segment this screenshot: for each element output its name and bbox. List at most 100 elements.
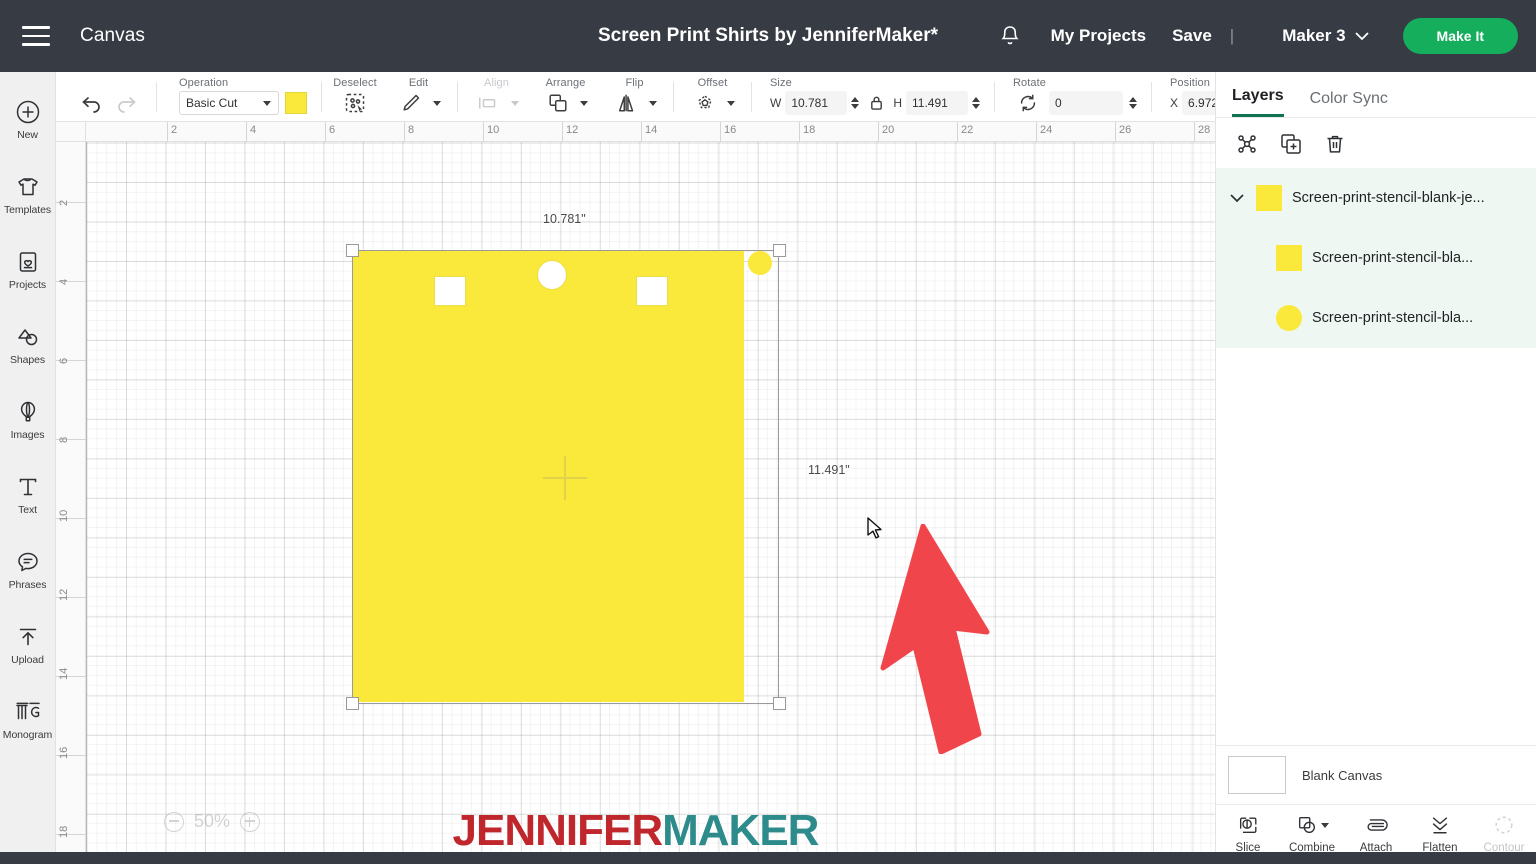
ruler-tick-label: 16 (58, 746, 70, 759)
sidebar-item-phrases[interactable]: Phrases (0, 532, 56, 607)
zoom-in-icon[interactable] (240, 811, 261, 832)
sidebar-item-shapes[interactable]: Shapes (0, 307, 56, 382)
rotate-icon[interactable] (1013, 89, 1043, 117)
arrange-label: Arrange (545, 77, 586, 89)
card-heart-icon (19, 251, 36, 272)
slice-tool[interactable]: Slice (1216, 813, 1280, 854)
zoom-out-icon[interactable] (164, 811, 184, 832)
resize-handle-bottom-right[interactable] (772, 696, 786, 710)
sidebar-item-upload[interactable]: Upload (0, 607, 56, 682)
size-height-input[interactable] (906, 91, 968, 115)
upload-arrow-icon (19, 628, 36, 645)
sidebar-item-new[interactable]: New (0, 82, 56, 157)
undo-icon[interactable] (76, 89, 106, 117)
bell-icon[interactable] (993, 19, 1027, 53)
header-separator: | (1229, 26, 1235, 45)
size-width-field[interactable]: W (770, 91, 860, 115)
jennifermaker-watermark: JENNIFERMAKER (453, 806, 820, 856)
flip-icon[interactable] (612, 89, 642, 117)
tab-layers[interactable]: Layers (1232, 87, 1284, 117)
ruler-tick-label: 8 (408, 124, 415, 136)
rotate-handle[interactable] (748, 251, 772, 275)
slice-icon (1237, 813, 1259, 837)
design-canvas[interactable]: 10.781" 11.491" 2 4 6 8 10 12 14 16 18 20 22 24 26 28… (56, 122, 1215, 864)
machine-selector[interactable]: Maker 3 (1282, 26, 1369, 46)
sidebar-item-monogram[interactable]: Monogram (0, 682, 56, 757)
combine-icon (1296, 813, 1329, 837)
tab-color-sync[interactable]: Color Sync (1310, 90, 1388, 117)
layer-name: Screen-print-stencil-bla... (1312, 310, 1474, 326)
canvas-label: Canvas (80, 25, 146, 46)
operation-select[interactable]: Basic Cut (179, 91, 279, 115)
size-height-field[interactable]: H (893, 91, 980, 115)
resize-handle-top-left[interactable] (345, 243, 359, 257)
make-it-button[interactable]: Make It (1402, 18, 1518, 54)
lock-icon[interactable] (865, 94, 887, 112)
sidebar-label-monogram: Monogram (2, 728, 53, 741)
sidebar-label-images: Images (10, 428, 45, 441)
layer-color-swatch[interactable] (1276, 305, 1302, 331)
combine-tool[interactable]: Combine (1280, 813, 1344, 854)
group-icon[interactable] (1232, 130, 1262, 158)
ruler-tick-label: 8 (58, 436, 70, 443)
edit-dropdown-caret[interactable] (433, 100, 441, 106)
edit-pencil-icon[interactable] (396, 89, 426, 117)
arrange-dropdown-caret[interactable] (580, 100, 588, 106)
duplicate-icon[interactable] (1276, 130, 1306, 158)
rotate-label: Rotate (1013, 77, 1047, 89)
rotate-stepper[interactable] (1129, 97, 1137, 109)
my-projects-link[interactable]: My Projects (1051, 26, 1146, 46)
size-width-input[interactable] (785, 91, 848, 115)
size-height-stepper[interactable] (972, 97, 980, 109)
ruler-corner (56, 122, 86, 142)
sidebar-item-text[interactable]: Text (0, 457, 56, 532)
speech-bubble-icon (17, 552, 38, 571)
hamburger-menu-icon[interactable] (14, 14, 58, 58)
flip-dropdown-caret[interactable] (649, 100, 657, 106)
save-button[interactable]: Save (1172, 26, 1212, 46)
canvas-selector-label: Blank Canvas (1302, 767, 1383, 783)
canvas-selector[interactable]: Blank Canvas (1216, 746, 1536, 804)
toolbar-divider (321, 81, 322, 112)
size-group: Size W H (756, 72, 990, 122)
combine-dropdown-caret[interactable] (1320, 822, 1329, 828)
layer-row-child-square[interactable]: Screen-print-stencil-bla... (1216, 228, 1536, 288)
cutout-circle-neck[interactable] (537, 260, 567, 290)
ruler-tick-label: 26 (1119, 124, 1132, 136)
canvas-thumbnail[interactable] (1228, 756, 1286, 794)
redo-icon[interactable] (112, 89, 142, 117)
flatten-tool[interactable]: Flatten (1408, 813, 1472, 854)
layer-color-swatch[interactable] (1276, 245, 1302, 271)
deselect-icon[interactable] (340, 89, 370, 117)
sidebar-label-upload: Upload (11, 653, 44, 666)
delete-handle-top-right[interactable] (772, 243, 786, 257)
cutout-square-right[interactable] (636, 276, 668, 306)
sidebar-label-shapes: Shapes (9, 353, 45, 366)
ruler-tick-label: 14 (645, 124, 658, 136)
size-width-stepper[interactable] (851, 97, 860, 109)
offset-icon[interactable] (690, 89, 720, 117)
sidebar-item-templates[interactable]: Templates (0, 157, 56, 232)
chevron-down-icon[interactable] (1228, 193, 1246, 203)
ruler-tick-label: 10 (58, 509, 70, 522)
sidebar-item-images[interactable]: Images (0, 382, 56, 457)
right-panel-tabs: Layers Color Sync (1216, 72, 1536, 118)
attach-tool[interactable]: Attach (1344, 813, 1408, 854)
layer-color-swatch[interactable] (1256, 185, 1282, 211)
arrange-group: Arrange (531, 72, 600, 122)
offset-dropdown-caret[interactable] (727, 100, 735, 106)
layer-row-group[interactable]: Screen-print-stencil-blank-je... (1216, 168, 1536, 228)
ruler-tick-label: 2 (171, 124, 178, 136)
right-panel-bottom: Blank Canvas Slice Combine Attach Flatte… (1216, 745, 1536, 864)
rotate-input[interactable] (1049, 91, 1123, 115)
resize-handle-bottom-left[interactable] (345, 696, 359, 710)
operation-color-swatch[interactable] (285, 92, 307, 114)
sidebar-item-projects[interactable]: Projects (0, 232, 56, 307)
ruler-tick-label: 22 (961, 124, 974, 136)
trash-icon[interactable] (1320, 130, 1350, 158)
align-dropdown-caret (511, 100, 519, 106)
arrange-icon[interactable] (543, 89, 573, 117)
cutout-square-left[interactable] (434, 276, 466, 306)
layer-row-child-circle[interactable]: Screen-print-stencil-bla... (1216, 288, 1536, 348)
sidebar-label-templates: Templates (4, 203, 51, 216)
